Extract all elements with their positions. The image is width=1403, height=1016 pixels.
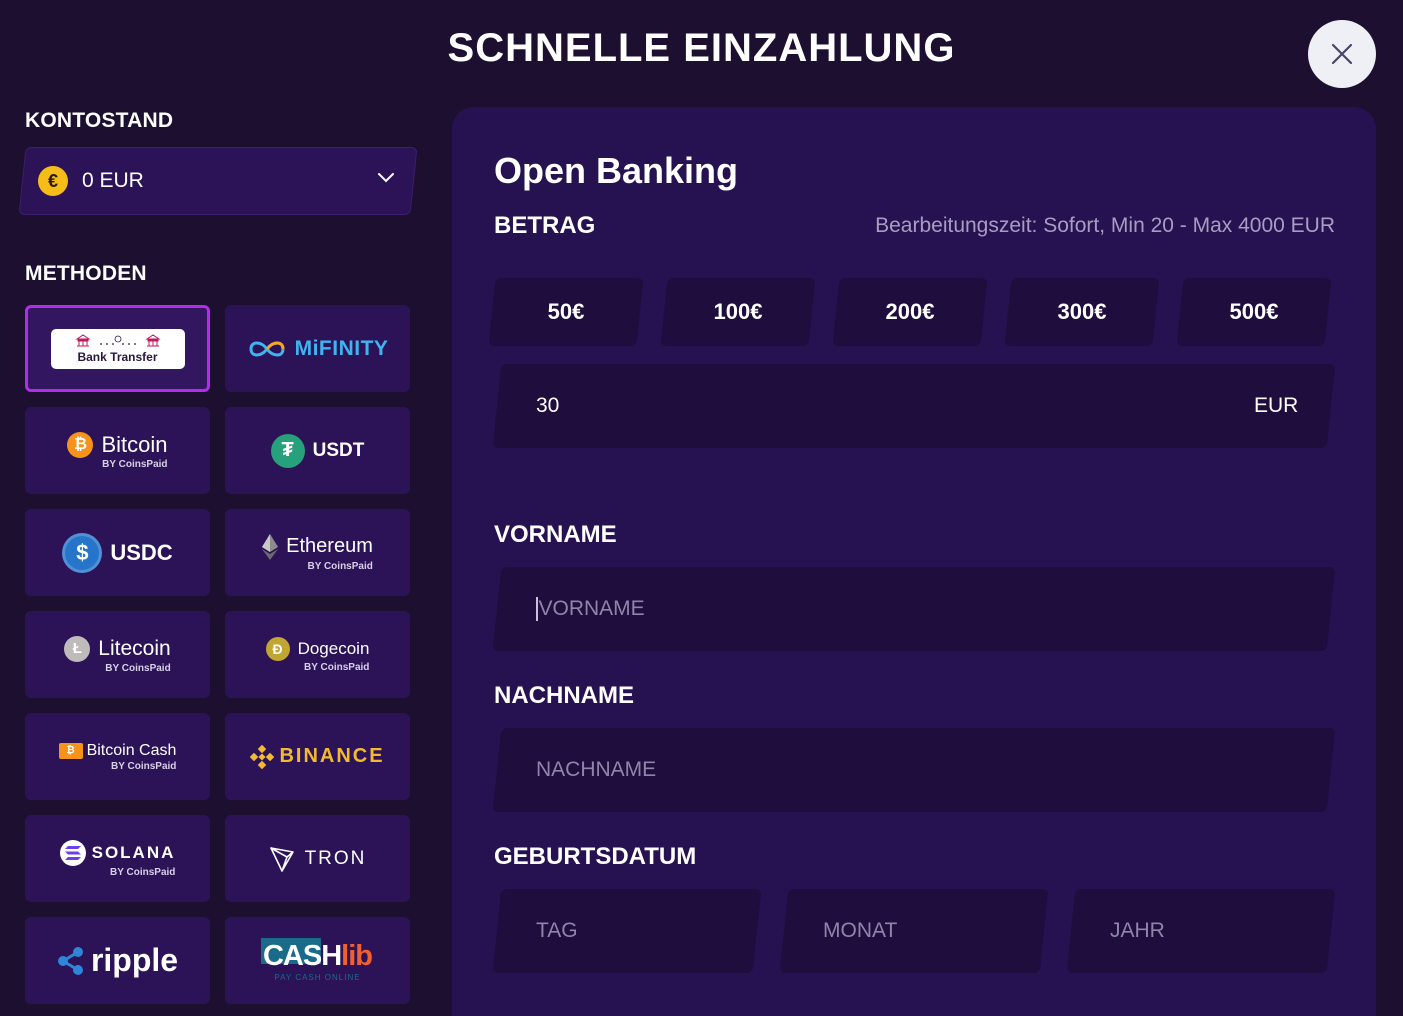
- dob-month-select[interactable]: MONAT: [823, 919, 897, 943]
- amount-currency: EUR: [1254, 394, 1299, 417]
- preset-button-50[interactable]: 50€: [492, 278, 640, 346]
- litecoin-icon: Ł: [64, 635, 91, 662]
- method-sub: BY CoinsPaid: [102, 458, 168, 470]
- dob-label: GEBURTSDATUM: [494, 843, 697, 870]
- preset-button-300[interactable]: 300€: [1008, 278, 1156, 346]
- text-caret: [536, 597, 538, 622]
- method-litecoin[interactable]: Ł Litecoin BY CoinsPaid: [25, 611, 210, 698]
- method-label: Litecoin: [98, 636, 171, 660]
- last-name-input[interactable]: NACHNAME: [536, 758, 656, 782]
- ripple-icon: [57, 946, 83, 975]
- chevron-down-icon: [378, 173, 394, 183]
- preset-button-200[interactable]: 200€: [836, 278, 984, 346]
- first-name-label: VORNAME: [494, 521, 617, 548]
- euro-coin-icon: €: [38, 166, 68, 196]
- method-label: USDT: [312, 439, 365, 461]
- usdc-icon: $: [62, 532, 103, 573]
- method-usdc[interactable]: $ USDC: [25, 509, 210, 596]
- balance-label: KONTOSTAND: [25, 109, 174, 132]
- dogecoin-icon: Ð: [265, 636, 290, 661]
- modal-title: SCHNELLE EINZAHLUNG: [447, 26, 956, 70]
- method-cashlib[interactable]: CASHlib PAY CASH ONLINE: [225, 917, 410, 1004]
- method-label: BINANCE: [279, 745, 385, 767]
- method-bank-transfer[interactable]: Bank Transfer: [25, 305, 210, 392]
- method-label: USDC: [110, 539, 173, 565]
- dob-year-select[interactable]: JAHR: [1110, 919, 1165, 943]
- processing-info: Bearbeitungszeit: Sofort, Min 20 - Max 4…: [875, 214, 1335, 237]
- bank-transfer-logo: Bank Transfer: [50, 328, 185, 369]
- method-label: Dogecoin: [297, 638, 370, 658]
- method-sub: PAY CASH ONLINE: [274, 972, 361, 982]
- methods-grid: Bank Transfer MiFINITY ₿ Bitcoin BY Coin…: [25, 305, 410, 1004]
- amount-input-bg[interactable]: [492, 364, 1336, 448]
- binance-icon: [250, 744, 275, 769]
- method-label: ripple: [90, 942, 179, 978]
- dob-year-bg[interactable]: [1066, 889, 1336, 973]
- method-tron[interactable]: TRON: [225, 815, 410, 902]
- methods-label: METHODEN: [25, 262, 147, 285]
- close-icon: [1331, 43, 1353, 65]
- method-sub: BY CoinsPaid: [304, 661, 370, 673]
- dob-month-bg[interactable]: [779, 889, 1049, 973]
- mifinity-infinity-icon: [249, 341, 285, 356]
- method-mifinity[interactable]: MiFINITY: [225, 305, 410, 392]
- method-bitcoin[interactable]: ₿ Bitcoin BY CoinsPaid: [25, 407, 210, 494]
- method-bitcoin-cash[interactable]: ₿ Bitcoin Cash BY CoinsPaid: [25, 713, 210, 800]
- method-usdt[interactable]: ₮ USDT: [225, 407, 410, 494]
- solana-icon: [59, 839, 86, 866]
- first-name-input[interactable]: VORNAME: [536, 597, 645, 622]
- preset-button-500[interactable]: 500€: [1180, 278, 1328, 346]
- dob-day-select[interactable]: TAG: [536, 919, 578, 943]
- method-sub: BY CoinsPaid: [110, 866, 176, 878]
- tron-icon: [269, 846, 294, 872]
- panel-title: Open Banking: [494, 150, 739, 191]
- dob-day-bg[interactable]: [492, 889, 762, 973]
- preset-button-100[interactable]: 100€: [664, 278, 812, 346]
- method-sub: BY CoinsPaid: [111, 760, 177, 772]
- method-label: Bank Transfer: [77, 349, 158, 364]
- last-name-label: NACHNAME: [494, 682, 634, 709]
- method-sub: BY CoinsPaid: [307, 560, 373, 572]
- method-label: Bitcoin Cash: [86, 741, 177, 759]
- method-sub: BY CoinsPaid: [105, 662, 171, 674]
- method-ethereum[interactable]: Ethereum BY CoinsPaid: [225, 509, 410, 596]
- method-label: Ethereum: [286, 535, 373, 557]
- method-dogecoin[interactable]: Ð Dogecoin BY CoinsPaid: [225, 611, 410, 698]
- method-label: Bitcoin: [101, 431, 168, 457]
- bank-icon: [74, 333, 161, 346]
- cashlib-logo: CASHlib: [262, 939, 373, 972]
- tether-icon: ₮: [270, 433, 305, 468]
- deposit-panel: [452, 107, 1376, 1016]
- method-label: MiFINITY: [294, 336, 389, 360]
- balance-dropdown[interactable]: € 0 EUR: [38, 147, 408, 215]
- method-label: TRON: [304, 847, 367, 869]
- bitcoin-cash-icon: ₿: [58, 742, 83, 759]
- bitcoin-icon: ₿: [67, 431, 94, 458]
- method-ripple[interactable]: ripple: [25, 917, 210, 1004]
- method-solana[interactable]: SOLANA BY CoinsPaid: [25, 815, 210, 902]
- ethereum-icon: [262, 533, 279, 560]
- method-binance[interactable]: BINANCE: [225, 713, 410, 800]
- amount-input[interactable]: 30: [536, 394, 559, 418]
- balance-value: 0 EUR: [82, 169, 144, 192]
- amount-label: BETRAG: [494, 212, 596, 239]
- close-button[interactable]: [1308, 20, 1376, 88]
- method-label: SOLANA: [91, 842, 176, 862]
